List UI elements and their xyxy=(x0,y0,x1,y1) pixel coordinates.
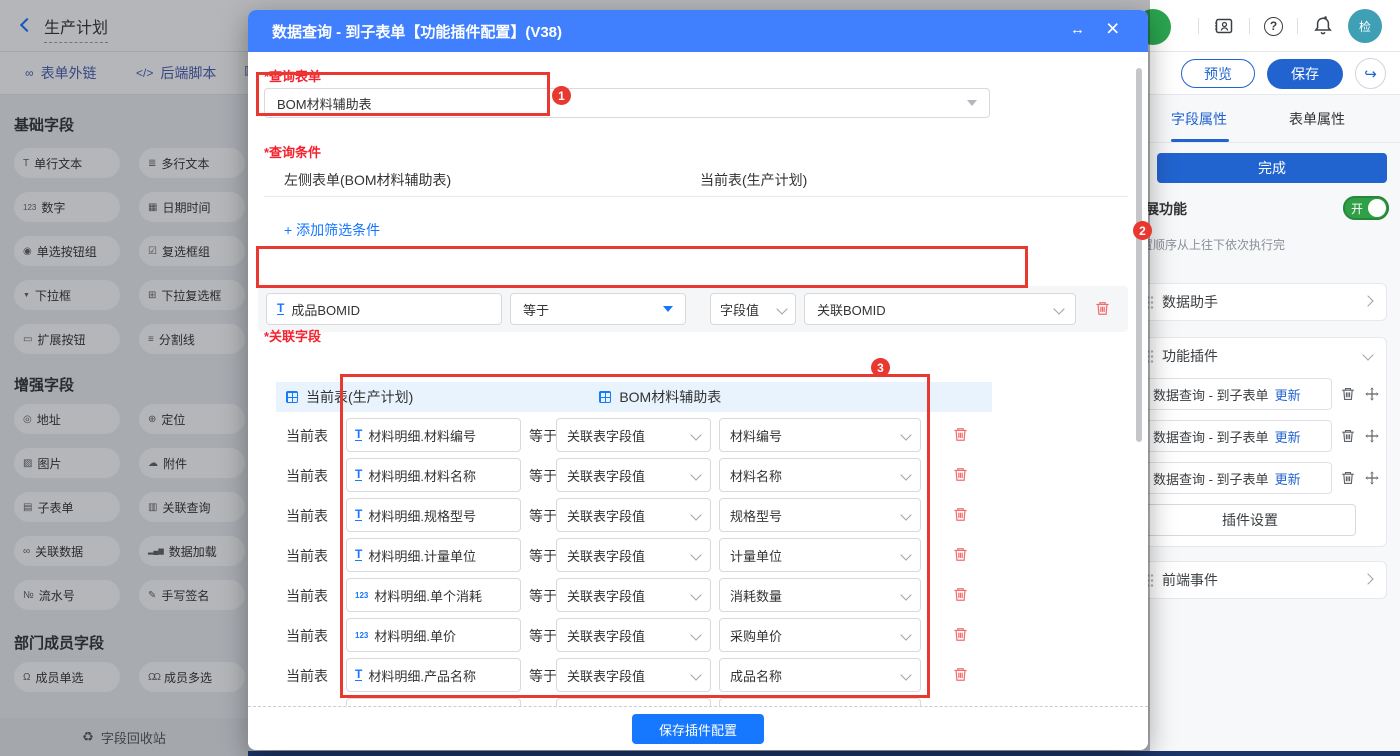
trash-icon[interactable] xyxy=(1340,386,1356,402)
divider xyxy=(1249,18,1250,34)
save-button[interactable]: 保存 xyxy=(1267,58,1343,89)
chevron-right-icon xyxy=(1362,573,1374,585)
trash-icon[interactable] xyxy=(952,426,969,443)
app-window: 生产计划 ? 检 ∞ 表单外链 </> 后端脚本 ▥ 预览 保存 ↪ 基础字 xyxy=(0,0,1400,756)
annotation-box-3 xyxy=(340,374,930,698)
mapping-source-field[interactable]: T材料明细.产品编号 xyxy=(346,698,521,706)
property-tabs: 字段属性 表单属性 xyxy=(1121,95,1400,143)
trash-icon[interactable] xyxy=(952,666,969,683)
dialog-titlebar: 数据查询 - 到子表单【功能插件配置】(V38) ↔ × xyxy=(248,10,1148,52)
divider xyxy=(1297,18,1298,34)
chevron-down-icon xyxy=(1362,349,1374,361)
trash-icon[interactable] xyxy=(952,626,969,643)
trash-icon[interactable] xyxy=(952,586,969,603)
update-link[interactable]: 更新 xyxy=(1275,427,1301,446)
add-filter-condition-link[interactable]: + 添加筛选条件 xyxy=(284,220,380,240)
current-table-header: 当前表(生产计划) xyxy=(700,172,808,188)
condition-operator-select[interactable]: 等于 xyxy=(510,293,686,325)
toolbar-actions: 预览 保存 ↪ xyxy=(1181,58,1386,89)
trash-icon[interactable] xyxy=(1340,470,1356,486)
divider xyxy=(264,196,1128,197)
close-icon[interactable]: × xyxy=(1106,15,1119,42)
chevron-down-icon xyxy=(1053,303,1065,315)
related-fields-label: *关联字段 xyxy=(264,329,322,344)
annotation-box-2 xyxy=(256,246,1028,288)
annotation-badge-3: 3 xyxy=(871,358,890,377)
annotation-box-1 xyxy=(256,72,550,116)
divider xyxy=(1198,18,1199,34)
mapping-target-select[interactable]: 成品编号 xyxy=(719,698,921,706)
annotation-badge-2: 2 xyxy=(1133,221,1152,240)
modal-scrollbar[interactable] xyxy=(1136,68,1142,442)
plugin-item[interactable]: 数据查询 - 到子表单 更新 xyxy=(1144,378,1332,410)
trash-icon[interactable] xyxy=(952,546,969,563)
plugin-item[interactable]: 数据查询 - 到子表单 更新 xyxy=(1144,420,1332,452)
plugin-item[interactable]: 数据查询 - 到子表单 更新 xyxy=(1144,462,1332,494)
extend-feature-toggle[interactable]: 开 xyxy=(1343,196,1389,220)
data-helper-card[interactable]: 数据助手 xyxy=(1135,283,1387,321)
condition-value-type-select[interactable]: 字段值 xyxy=(710,293,796,325)
move-icon[interactable] xyxy=(1364,386,1380,402)
tab-form-properties[interactable]: 表单属性 xyxy=(1289,109,1345,129)
execution-order-hint: 设置顺序从上往下依次执行完 xyxy=(1129,238,1286,252)
trash-icon[interactable] xyxy=(1094,300,1111,317)
active-tab-underline xyxy=(1171,139,1229,142)
toggle-knob xyxy=(1368,199,1386,217)
table-icon xyxy=(286,391,298,403)
update-link[interactable]: 更新 xyxy=(1275,469,1301,488)
user-avatar[interactable]: 检 xyxy=(1348,9,1382,43)
query-condition-label: *查询条件 xyxy=(264,145,322,160)
chevron-right-icon xyxy=(1362,295,1374,307)
condition-field-input[interactable]: T 成品BOMID xyxy=(266,293,502,325)
preview-button[interactable]: 预览 xyxy=(1181,59,1255,88)
plugin-settings-button[interactable]: 插件设置 xyxy=(1144,504,1356,536)
dropdown-arrow-icon xyxy=(967,100,977,106)
dialog-title: 数据查询 - 到子表单【功能插件配置】(V38) xyxy=(272,24,563,41)
chevron-down-icon xyxy=(776,303,788,315)
bottom-strip xyxy=(248,751,1400,756)
left-form-header: 左侧表单(BOM材料辅助表) xyxy=(284,172,452,188)
expand-icon[interactable]: ↔ xyxy=(1070,21,1085,38)
update-link[interactable]: 更新 xyxy=(1275,385,1301,404)
condition-value-select[interactable]: 关联BOMID xyxy=(804,293,1076,325)
trash-icon[interactable] xyxy=(952,506,969,523)
done-button[interactable]: 完成 xyxy=(1157,153,1387,183)
trash-icon[interactable] xyxy=(952,466,969,483)
trash-icon[interactable] xyxy=(1340,428,1356,444)
contacts-icon[interactable] xyxy=(1213,15,1235,37)
plugin-card: 功能插件 数据查询 - 到子表单 更新 数据查询 - 到子表单 更新 数据查询 … xyxy=(1135,337,1387,547)
mapping-row: 当前表 T材料明细.产品编号 等于 关联表字段值 成品编号 xyxy=(276,698,992,706)
save-plugin-config-button[interactable]: 保存插件配置 xyxy=(632,714,764,744)
help-icon[interactable]: ? xyxy=(1264,16,1283,36)
tab-field-properties[interactable]: 字段属性 xyxy=(1171,109,1227,129)
filter-condition-row: T 成品BOMID 等于 字段值 关联BOMID xyxy=(258,286,1128,332)
dialog-footer: 保存插件配置 xyxy=(248,706,1148,750)
notification-bell-icon[interactable] xyxy=(1312,15,1334,37)
frontend-event-card[interactable]: 前端事件 xyxy=(1135,561,1387,599)
mapping-value-type-select[interactable]: 关联表字段值 xyxy=(556,698,711,706)
topbar-icon-group: ? 检 xyxy=(1198,0,1382,52)
text-icon: T xyxy=(277,301,285,315)
dropdown-arrow-icon xyxy=(663,306,673,312)
move-icon[interactable] xyxy=(1364,428,1380,444)
move-icon[interactable] xyxy=(1364,470,1380,486)
share-button[interactable]: ↪ xyxy=(1355,58,1386,89)
property-panel: 字段属性 表单属性 完成 扩展功能 开 设置顺序从上往下依次执行完 数据助手 功… xyxy=(1120,95,1400,756)
annotation-badge-1: 1 xyxy=(552,86,571,105)
plugin-card-header[interactable]: 功能插件 xyxy=(1136,338,1386,374)
